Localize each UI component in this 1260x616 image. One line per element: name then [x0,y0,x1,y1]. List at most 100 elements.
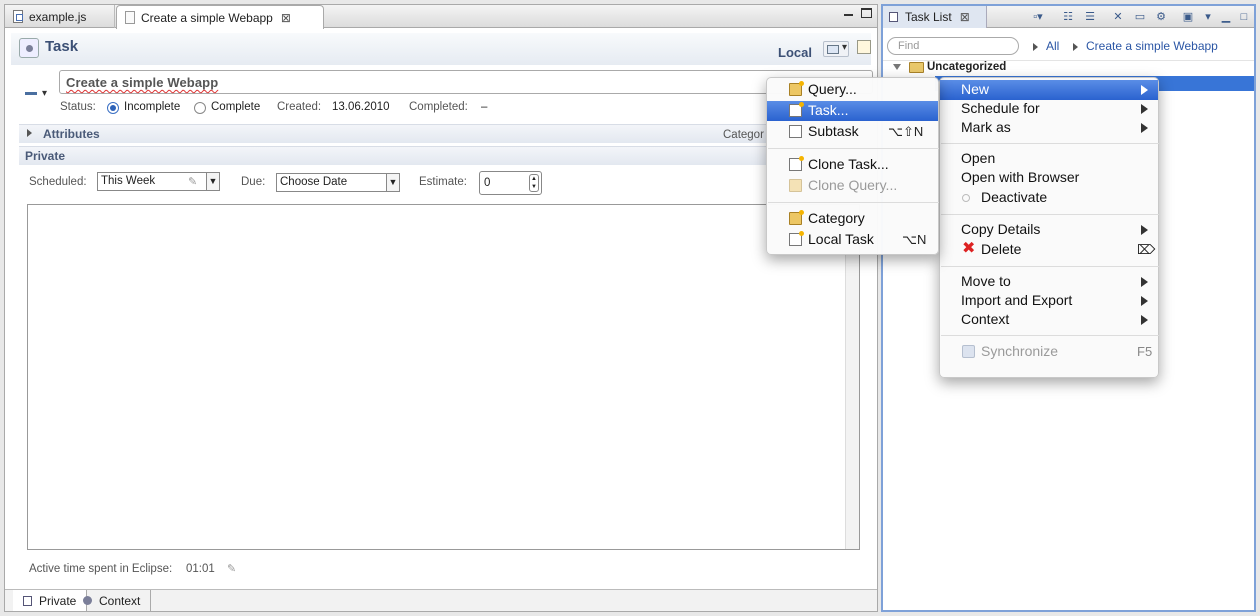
radio-complete[interactable] [194,102,206,114]
menu-item-move-to[interactable]: Move to [940,272,1158,292]
menu-item-copy-details[interactable]: Copy Details [940,220,1158,240]
category-uncategorized[interactable]: Uncategorized [927,61,1006,73]
menu-item-context[interactable]: Context [940,310,1158,330]
menu-item-label: Category [808,210,865,226]
submenu-arrow-icon [1141,123,1148,133]
tab-example-js[interactable]: example.js [5,5,115,28]
collapse-arrow-icon[interactable] [893,64,901,70]
synchronize-icon[interactable]: ⚙ [1154,10,1168,24]
breadcrumb-arrow-icon [1033,43,1038,51]
menu-item-open-with-browser[interactable]: Open with Browser [940,168,1158,188]
menu-item-new[interactable]: New [940,80,1158,100]
menu-item-subtask[interactable]: Subtask ⌥⇧N [767,122,938,142]
breadcrumb-task[interactable]: Create a simple Webapp [1086,39,1218,53]
pencil-icon[interactable]: ✎ [227,563,239,575]
category-label: Categor [723,129,764,141]
editor-tab-bar: example.js Create a simple Webapp ⊠ [5,5,877,29]
active-time-label: Active time spent in Eclipse: [29,563,173,575]
tab-context[interactable]: Context [73,590,152,611]
menu-item-mark-as[interactable]: Mark as [940,118,1158,138]
menu-item-clone-task[interactable]: Clone Task... [767,155,938,175]
menu-item-label: Delete [981,241,1022,257]
delete-icon: ✖ [962,240,976,257]
context-icon [83,596,92,605]
tab-label: Context [99,593,141,608]
focus-icon[interactable]: ✕ [1111,10,1125,24]
menu-separator [768,148,939,149]
new-submenu: Query... Task... Subtask ⌥⇧N Clone Task.… [766,77,939,255]
task-doc-icon [789,102,804,117]
menu-shortcut: F5 [1137,344,1153,359]
close-icon[interactable]: ⊠ [960,10,970,24]
menu-item-label: Clone Task... [808,156,889,172]
task-list-toolbar: Task List ⊠ ▫▾ ☷ ☰ ✕ ▭ ⚙ ▣ ▾ ▁ □ [883,6,1254,28]
tab-label: Task List [905,10,952,24]
menu-item-import-export[interactable]: Import and Export [940,291,1158,311]
menu-item-label: Subtask [808,123,859,139]
maximize-button[interactable] [861,8,872,18]
show-scheduled-icon[interactable]: ☷ [1061,10,1075,24]
menu-item-local-task[interactable]: Local Task ⌥N [767,230,938,250]
close-tab-icon[interactable]: ⊠ [281,11,291,25]
tab-task-list[interactable]: Task List ⊠ [883,6,987,28]
clone-query-icon [789,179,802,192]
notes-scrollbar[interactable] [845,205,859,549]
task-editor-header: Task Local [11,33,871,65]
radio-incomplete[interactable] [107,102,119,114]
menu-item-query[interactable]: Query... [767,80,938,100]
menu-item-open[interactable]: Open [940,149,1158,169]
collapse-all-icon[interactable]: ▭ [1133,10,1147,24]
tab-create-simple-webapp[interactable]: Create a simple Webapp ⊠ [116,5,324,29]
active-time-value: 01:01 [186,563,215,575]
tab-label: example.js [29,9,87,24]
completed-label: Completed: [409,101,468,113]
menu-separator [768,202,939,203]
chevron-down-icon[interactable]: ▼ [206,173,219,190]
menu-item-label: Local Task [808,231,874,247]
breadcrumb-all[interactable]: All [1046,39,1059,53]
minimize-icon[interactable]: ▁ [1219,10,1233,24]
task-repositories-icon[interactable]: ▣ [1181,10,1195,24]
chevron-down-icon[interactable]: ▼ [386,174,399,191]
scheduled-value: This Week [101,175,156,187]
menu-item-label: Copy Details [961,221,1041,237]
new-task-dropdown-icon[interactable]: ▫▾ [1031,10,1045,24]
attributes-section[interactable]: Attributes Categor [19,124,867,143]
submenu-arrow-icon [1141,104,1148,114]
due-combo[interactable]: Choose Date ▼ [276,173,400,192]
new-subtask-icon[interactable] [857,40,871,54]
menu-item-category[interactable]: Category [767,209,938,229]
menu-item-label: Task... [808,102,849,118]
submenu-arrow-icon [1141,277,1148,287]
layout-dropdown-button[interactable] [823,41,849,57]
menu-item-schedule-for[interactable]: Schedule for [940,99,1158,119]
spinner-arrows-icon[interactable]: ▲ ▼ [529,174,539,192]
attributes-title: Attributes [43,127,100,141]
menu-item-clone-query[interactable]: Clone Query... [767,176,938,196]
due-label: Due: [241,176,266,188]
menu-item-label: New [961,81,990,97]
priority-dropdown[interactable] [25,88,53,99]
scheduled-combo[interactable]: This Week ✎ ▼ [97,172,220,191]
find-input[interactable]: Find [887,37,1019,55]
estimate-stepper[interactable]: 0 ▲ ▼ [479,171,542,195]
summary-input[interactable]: Create a simple Webapp [59,70,873,94]
radio-incomplete-label: Incomplete [124,101,181,113]
notes-textarea[interactable] [27,204,860,550]
task-icon [19,38,39,58]
maximize-icon[interactable]: □ [1237,10,1251,24]
estimate-label: Estimate: [419,176,467,188]
minimize-button[interactable] [843,8,854,18]
menu-item-synchronize[interactable]: Synchronize F5 [940,342,1158,362]
show-categorized-icon[interactable]: ☰ [1083,10,1097,24]
menu-item-label: Schedule for [961,100,1040,116]
submenu-arrow-icon [1141,85,1148,95]
created-label: Created: [277,101,322,113]
view-menu-icon[interactable]: ▾ [1201,10,1215,24]
menu-item-label: Clone Query... [808,177,898,193]
menu-item-delete[interactable]: ✖ Delete ⌦ [940,240,1158,260]
page-title: Task [45,38,79,55]
menu-item-deactivate[interactable]: Deactivate [940,188,1158,208]
menu-separator [941,214,1159,215]
menu-item-task[interactable]: Task... [767,101,938,121]
